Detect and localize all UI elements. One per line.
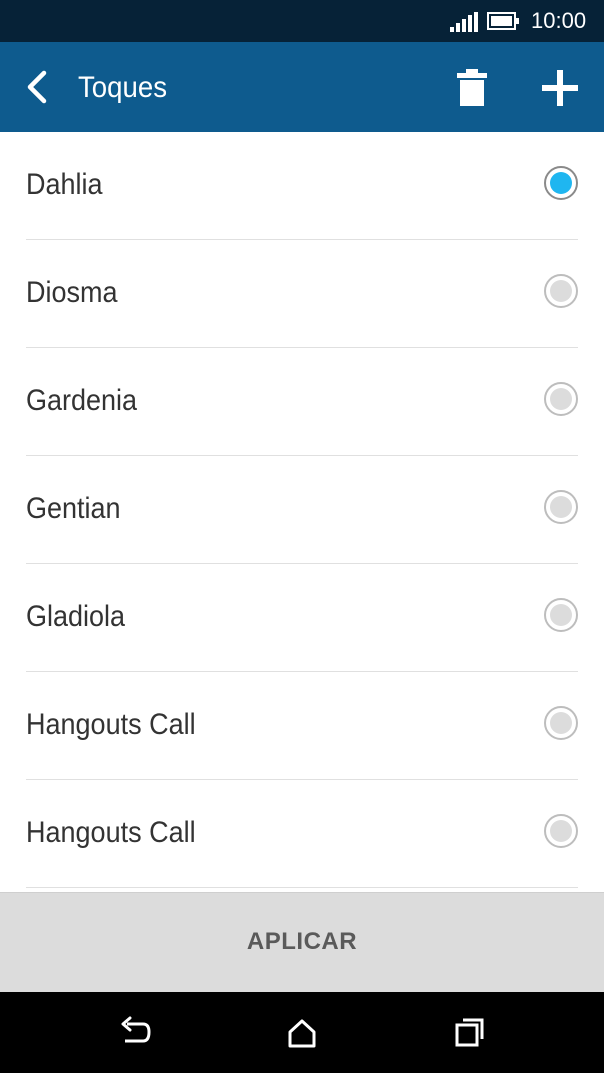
home-icon[interactable] <box>284 1016 320 1050</box>
ringtone-row-gentian[interactable]: Gentian <box>26 456 578 564</box>
ringtone-label: Gentian <box>26 492 121 525</box>
ringtone-label: Hangouts Call <box>26 816 196 849</box>
trash-icon[interactable] <box>454 67 490 107</box>
clock: 10:00 <box>531 8 587 33</box>
signal-icon <box>450 12 478 32</box>
plus-icon[interactable] <box>540 68 580 108</box>
ringtone-row-diosma[interactable]: Diosma <box>26 240 578 348</box>
navigation-bar <box>0 992 604 1073</box>
radio-dot <box>550 496 572 518</box>
radio-dot <box>550 172 572 194</box>
radio-button-selected[interactable] <box>544 166 578 200</box>
ringtone-label: Diosma <box>26 276 118 309</box>
radio-dot <box>550 820 572 842</box>
radio-button[interactable] <box>544 382 578 416</box>
back-nav-icon[interactable] <box>117 1016 153 1050</box>
app-bar: Toques <box>0 42 604 132</box>
radio-button[interactable] <box>544 274 578 308</box>
apply-button-label: APLICAR <box>246 928 358 955</box>
ringtone-list: Dahlia Diosma Gardenia Gentian Gladiola … <box>0 132 604 892</box>
ringtone-label: Dahlia <box>26 168 103 201</box>
radio-dot <box>550 604 572 626</box>
radio-dot <box>550 280 572 302</box>
radio-button[interactable] <box>544 706 578 740</box>
ringtone-label: Hangouts Call <box>26 708 196 741</box>
radio-dot <box>550 712 572 734</box>
radio-button[interactable] <box>544 814 578 848</box>
radio-button[interactable] <box>544 598 578 632</box>
ringtone-row-hangouts-call-2[interactable]: Hangouts Call <box>26 780 578 888</box>
radio-button[interactable] <box>544 490 578 524</box>
radio-dot <box>550 388 572 410</box>
ringtone-label: Gladiola <box>26 600 126 633</box>
ringtone-row-dahlia[interactable]: Dahlia <box>26 132 578 240</box>
ringtone-label: Gardenia <box>26 384 138 417</box>
apply-button[interactable]: APLICAR <box>0 892 604 992</box>
recents-icon[interactable] <box>452 1016 488 1050</box>
battery-icon <box>487 12 519 30</box>
ringtone-row-gardenia[interactable]: Gardenia <box>26 348 578 456</box>
ringtone-row-hangouts-call[interactable]: Hangouts Call <box>26 672 578 780</box>
status-bar: 10:00 <box>0 0 604 42</box>
ringtone-row-gladiola[interactable]: Gladiola <box>26 564 578 672</box>
back-arrow-icon[interactable] <box>22 67 54 107</box>
page-title: Toques <box>78 71 168 104</box>
